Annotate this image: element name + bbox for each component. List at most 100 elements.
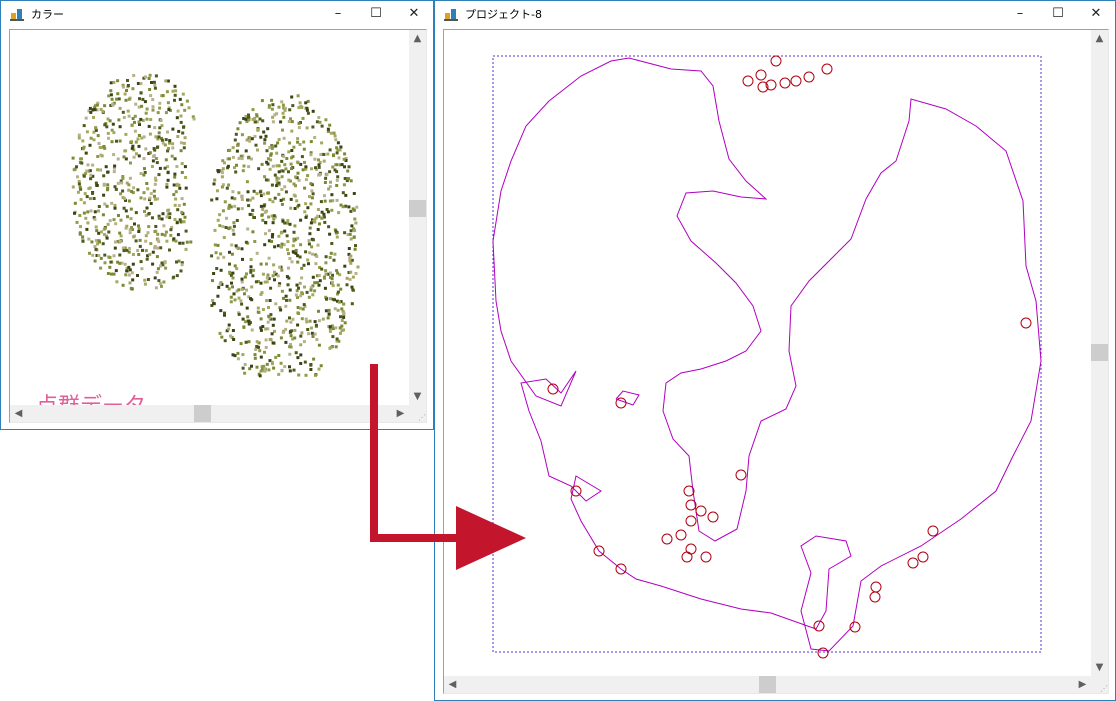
point-dot bbox=[235, 163, 238, 167]
maximize-button[interactable]: ☐ bbox=[357, 1, 395, 25]
point-dot bbox=[156, 111, 160, 115]
point-dot bbox=[114, 269, 118, 273]
scroll-thumb[interactable] bbox=[409, 200, 426, 217]
scroll-right-arrow[interactable]: ▶ bbox=[1074, 676, 1091, 693]
point-dot bbox=[306, 111, 310, 115]
point-dot bbox=[307, 262, 310, 266]
scroll-thumb[interactable] bbox=[194, 405, 211, 422]
point-dot bbox=[244, 240, 248, 244]
scroll-thumb[interactable] bbox=[759, 676, 776, 693]
close-button[interactable]: ✕ bbox=[1077, 1, 1115, 25]
point-dot bbox=[271, 233, 275, 236]
maximize-button[interactable]: ☐ bbox=[1039, 1, 1077, 25]
point-dot bbox=[340, 307, 344, 311]
color-window-titlebar[interactable]: カラー – ☐ ✕ bbox=[1, 1, 433, 27]
point-dot bbox=[88, 106, 92, 110]
resize-grip[interactable]: ⋰ bbox=[409, 405, 426, 422]
point-dot bbox=[114, 222, 118, 226]
point-dot bbox=[309, 286, 313, 289]
point-dot bbox=[135, 152, 138, 156]
point-dot bbox=[279, 198, 283, 202]
vertical-scrollbar[interactable]: ▲ ▼ bbox=[1091, 30, 1108, 676]
point-dot bbox=[123, 262, 127, 266]
point-dot bbox=[312, 218, 316, 222]
point-cloud bbox=[71, 73, 360, 378]
point-dot bbox=[223, 311, 226, 315]
minimize-button[interactable]: – bbox=[1001, 1, 1039, 25]
point-dot bbox=[175, 260, 178, 264]
point-dot bbox=[101, 109, 105, 113]
point-dot bbox=[290, 120, 294, 124]
point-dot bbox=[173, 93, 177, 97]
minimize-button[interactable]: – bbox=[319, 1, 357, 25]
horizontal-scrollbar[interactable]: ◀ ▶ bbox=[10, 405, 409, 422]
scroll-left-arrow[interactable]: ◀ bbox=[10, 405, 27, 422]
point-dot bbox=[309, 288, 313, 292]
point-dot bbox=[95, 103, 99, 107]
point-dot bbox=[277, 138, 281, 141]
point-dot bbox=[318, 172, 322, 176]
point-dot bbox=[263, 369, 267, 373]
point-dot bbox=[267, 368, 271, 372]
horizontal-scrollbar[interactable]: ◀ ▶ bbox=[444, 676, 1091, 693]
scroll-up-arrow[interactable]: ▲ bbox=[409, 30, 426, 47]
point-dot bbox=[130, 140, 133, 144]
color-window[interactable]: カラー – ☐ ✕ 点群データ ▲ ▼ ◀ ▶ ⋰ bbox=[0, 0, 434, 430]
point-dot bbox=[131, 253, 135, 256]
project-window-canvas[interactable]: ▲ ▼ ◀ ▶ ⋰ bbox=[443, 29, 1109, 694]
point-dot bbox=[271, 221, 275, 225]
point-dot bbox=[183, 108, 187, 112]
point-dot bbox=[307, 239, 311, 243]
point-dot bbox=[148, 252, 152, 256]
point-dot bbox=[164, 266, 168, 270]
point-dot bbox=[311, 109, 315, 113]
point-dot bbox=[127, 188, 131, 192]
point-dot bbox=[266, 191, 269, 195]
point-dot bbox=[228, 148, 232, 152]
point-dot bbox=[329, 180, 332, 184]
point-dot bbox=[305, 320, 309, 324]
point-dot bbox=[183, 165, 187, 169]
point-dot bbox=[143, 278, 147, 282]
point-dot bbox=[306, 174, 310, 178]
point-dot bbox=[306, 258, 310, 262]
point-dot bbox=[152, 147, 156, 150]
point-dot bbox=[115, 139, 118, 143]
scroll-down-arrow[interactable]: ▼ bbox=[409, 388, 426, 405]
point-dot bbox=[331, 297, 335, 301]
vertical-scrollbar[interactable]: ▲ ▼ bbox=[409, 30, 426, 405]
point-dot bbox=[246, 190, 250, 194]
project-window[interactable]: プロジェクト-8 – ☐ ✕ ▲ ▼ ◀ ▶ ⋰ bbox=[434, 0, 1116, 701]
point-dot bbox=[299, 343, 303, 347]
point-dot bbox=[292, 145, 296, 149]
scroll-down-arrow[interactable]: ▼ bbox=[1091, 659, 1108, 676]
point-dot bbox=[310, 196, 314, 200]
color-window-canvas[interactable]: 点群データ ▲ ▼ ◀ ▶ ⋰ bbox=[9, 29, 427, 423]
point-dot bbox=[285, 157, 289, 160]
point-dot bbox=[142, 157, 146, 161]
tree-marker bbox=[907, 557, 919, 569]
point-dot bbox=[129, 286, 133, 290]
point-dot bbox=[241, 169, 245, 173]
point-dot bbox=[291, 104, 295, 108]
point-dot bbox=[119, 192, 123, 196]
close-button[interactable]: ✕ bbox=[395, 1, 433, 25]
point-dot bbox=[244, 117, 248, 121]
point-dot bbox=[271, 164, 275, 168]
point-dot bbox=[259, 135, 263, 139]
point-dot bbox=[264, 346, 268, 349]
resize-grip[interactable]: ⋰ bbox=[1091, 676, 1108, 693]
point-dot bbox=[320, 267, 324, 271]
point-dot bbox=[157, 279, 161, 283]
point-dot bbox=[334, 138, 338, 142]
point-dot bbox=[340, 324, 344, 328]
scroll-up-arrow[interactable]: ▲ bbox=[1091, 30, 1108, 47]
point-dot bbox=[318, 120, 322, 124]
point-dot bbox=[314, 262, 318, 266]
scroll-thumb[interactable] bbox=[1091, 344, 1108, 361]
scroll-right-arrow[interactable]: ▶ bbox=[392, 405, 409, 422]
point-dot bbox=[217, 285, 221, 289]
scroll-left-arrow[interactable]: ◀ bbox=[444, 676, 461, 693]
project-window-titlebar[interactable]: プロジェクト-8 – ☐ ✕ bbox=[435, 1, 1115, 27]
point-dot bbox=[174, 239, 178, 243]
